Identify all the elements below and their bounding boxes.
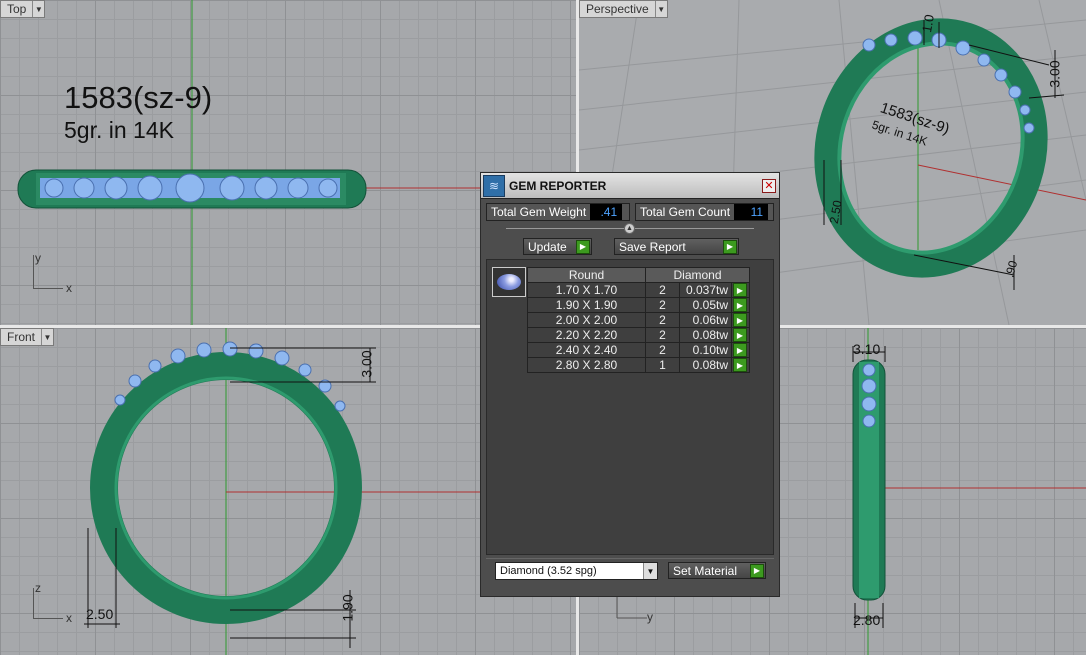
gem-reporter-panel: ≋ GEM REPORTER ✕ Total Gem Weight .41 To… (480, 172, 780, 597)
gem-weight: 0.08tw (679, 327, 732, 343)
gem-weight: 0.037tw (679, 282, 732, 298)
play-arrow-icon[interactable]: ▶ (733, 298, 747, 312)
axis-icon (33, 588, 34, 618)
gem-size: 1.70 X 1.70 (527, 282, 646, 298)
row-action[interactable]: ▶ (731, 297, 750, 313)
dimension-label: 2.80 (853, 612, 881, 628)
viewport-title: Front (7, 330, 36, 344)
gem-weight: 0.10tw (679, 342, 732, 358)
gem-count: 2 (645, 282, 680, 298)
gem-size: 2.80 X 2.80 (527, 357, 646, 373)
table-row[interactable]: 1.70 X 1.70 2 0.037tw ▶ (527, 282, 750, 298)
chevron-down-icon[interactable]: ▼ (654, 1, 667, 17)
panel-title: GEM REPORTER (509, 178, 607, 193)
round-gem-icon[interactable] (492, 267, 526, 297)
gem-list-area: Round Diamond 1.70 X 1.70 2 0.037tw ▶ 1.90 X… (486, 259, 774, 555)
dimension-label: 3.00 (358, 350, 375, 378)
row-action[interactable]: ▶ (731, 327, 750, 343)
row-action[interactable]: ▶ (731, 357, 750, 373)
set-material-button-label: Set Material (673, 563, 738, 578)
dimension-label: 3.10 (853, 341, 881, 357)
gem-size: 2.00 X 2.00 (527, 312, 646, 328)
play-arrow-icon[interactable]: ▶ (733, 358, 747, 372)
row-action[interactable]: ▶ (731, 282, 750, 298)
play-arrow-icon: ▶ (576, 239, 590, 254)
perspective-viewport-tab[interactable]: Perspective ▼ (579, 0, 668, 18)
axis-label-y: y (35, 251, 41, 265)
save-report-button-label: Save Report (619, 239, 686, 254)
rhino-workspace: Top ▼ 1583(sz-9) 5gr. in 14K y x Perspec… (0, 0, 1086, 655)
viewport-title: Perspective (586, 2, 649, 16)
material-select-value: Diamond (3.52 spg) (500, 565, 597, 577)
total-gem-weight: Total Gem Weight .41 (486, 203, 630, 221)
dimension-label: 2.50 (86, 606, 114, 622)
close-icon[interactable]: ✕ (762, 178, 776, 193)
total-gem-weight-value: .41 (590, 204, 623, 220)
total-gem-count-value: 11 (734, 204, 769, 220)
play-arrow-icon: ▶ (723, 239, 737, 254)
ring-label: 1583(sz-9) (64, 80, 213, 115)
axis-label-z: z (35, 581, 41, 595)
play-arrow-icon[interactable]: ▶ (733, 328, 747, 342)
collapse-icon[interactable]: ▲ (624, 223, 635, 234)
play-arrow-icon[interactable]: ▶ (733, 313, 747, 327)
row-action[interactable]: ▶ (731, 312, 750, 328)
axis-label-x: x (66, 611, 72, 625)
dimension-label: 3.00 (1046, 60, 1063, 88)
chevron-down-icon[interactable]: ▼ (41, 329, 53, 345)
table-row[interactable]: 2.80 X 2.80 1 0.08tw ▶ (527, 357, 750, 373)
chevron-down-icon[interactable]: ▼ (32, 1, 44, 17)
gem-table: Round Diamond 1.70 X 1.70 2 0.037tw ▶ 1.90 X… (527, 267, 750, 373)
save-report-button[interactable]: Save Report ▶ (614, 238, 739, 255)
update-button[interactable]: Update ▶ (523, 238, 592, 255)
gem-reporter-titlebar[interactable]: ≋ GEM REPORTER ✕ (481, 173, 779, 199)
top-viewport-tab[interactable]: Top ▼ (0, 0, 46, 18)
axis-icon (33, 255, 34, 288)
material-bar: Diamond (3.52 spg) ▼ Set Material ▶ (486, 558, 774, 584)
play-arrow-icon[interactable]: ▶ (733, 343, 747, 357)
column-header-shape: Round (527, 267, 646, 283)
chevron-down-icon[interactable]: ▼ (643, 563, 657, 579)
gem-size: 1.90 X 1.90 (527, 297, 646, 313)
gem-weight: 0.06tw (679, 312, 732, 328)
gem-reporter-logo-icon: ≋ (483, 174, 505, 197)
gem-weight: 0.08tw (679, 357, 732, 373)
gem-count: 2 (645, 312, 680, 328)
axis-icon (33, 288, 63, 289)
table-row[interactable]: 2.00 X 2.00 2 0.06tw ▶ (527, 312, 750, 328)
update-button-label: Update (528, 239, 567, 254)
total-gem-weight-label: Total Gem Weight (491, 205, 587, 219)
gem-count: 2 (645, 342, 680, 358)
gem-size: 2.40 X 2.40 (527, 342, 646, 358)
row-action[interactable]: ▶ (731, 342, 750, 358)
play-arrow-icon[interactable]: ▶ (733, 283, 747, 297)
total-gem-count: Total Gem Count 11 (635, 203, 774, 221)
gem-weight: 0.05tw (679, 297, 732, 313)
dimension-label: 1.0 (919, 13, 937, 34)
set-material-button[interactable]: Set Material ▶ (668, 562, 766, 579)
axis-label-y: y (647, 610, 653, 624)
play-arrow-icon: ▶ (750, 563, 764, 578)
table-row[interactable]: 2.20 X 2.20 2 0.08tw ▶ (527, 327, 750, 343)
dimension-label: 1.90 (339, 594, 356, 622)
total-gem-count-label: Total Gem Count (640, 205, 731, 219)
table-row[interactable]: 2.40 X 2.40 2 0.10tw ▶ (527, 342, 750, 358)
axis-label-x: x (66, 281, 72, 295)
gem-count: 1 (645, 357, 680, 373)
axis-icon (33, 618, 63, 619)
gem-size: 2.20 X 2.20 (527, 327, 646, 343)
material-select[interactable]: Diamond (3.52 spg) ▼ (495, 562, 658, 580)
viewport-title: Top (7, 2, 27, 16)
front-viewport-tab[interactable]: Front ▼ (0, 328, 55, 346)
gem-count: 2 (645, 297, 680, 313)
column-header-material: Diamond (645, 267, 750, 283)
gem-count: 2 (645, 327, 680, 343)
table-row[interactable]: 1.90 X 1.90 2 0.05tw ▶ (527, 297, 750, 313)
ring-weight-note: 5gr. in 14K (64, 117, 174, 143)
